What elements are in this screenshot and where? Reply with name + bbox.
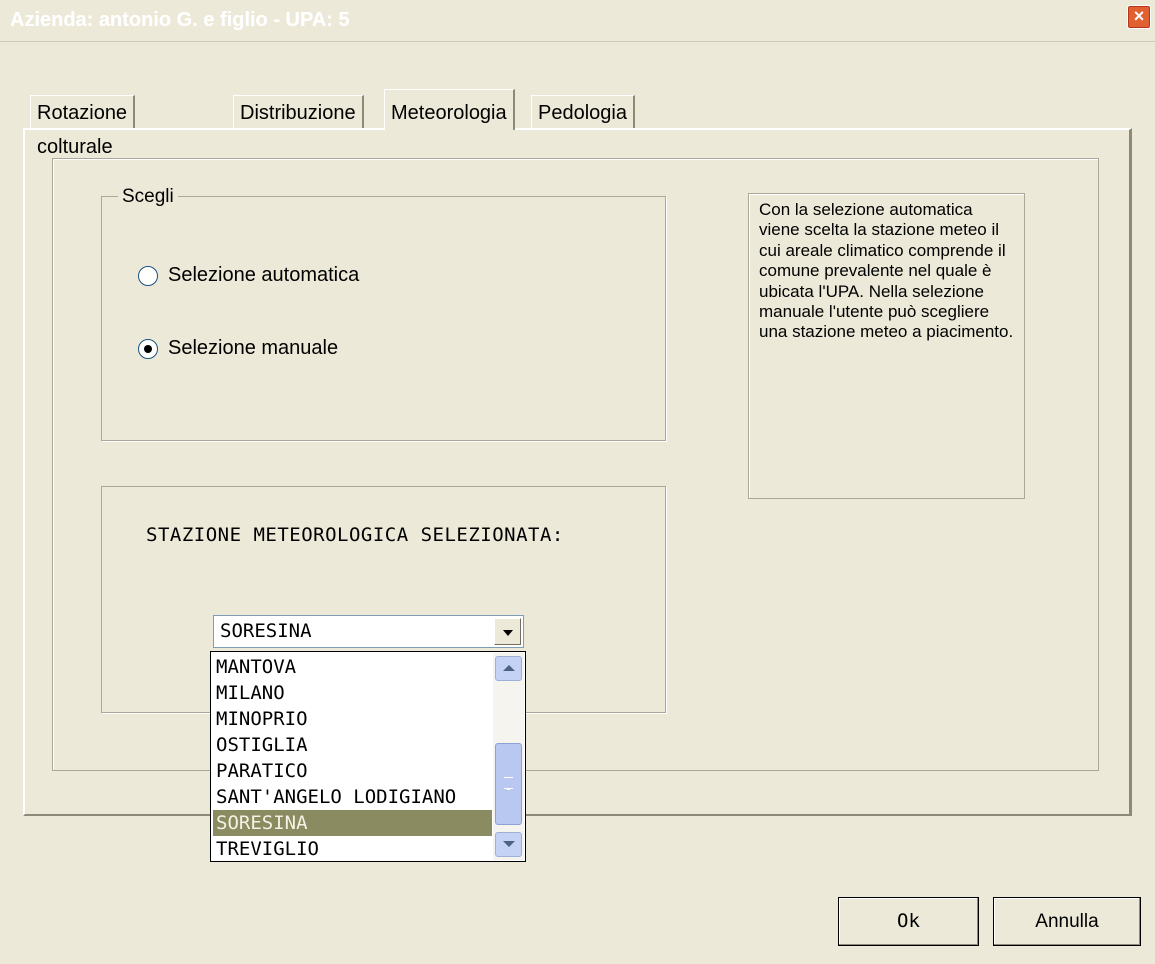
list-item[interactable]: SANT'ANGELO LODIGIANO	[213, 784, 492, 810]
radio-selezione-automatica[interactable]: Selezione automatica	[138, 264, 359, 287]
scroll-up-icon[interactable]	[495, 656, 522, 681]
list-item[interactable]: PARATICO	[213, 758, 492, 784]
tab-meteorologia[interactable]: Meteorologia	[384, 89, 515, 130]
window-title: Azienda: antonio G. e figlio - UPA: 5	[10, 9, 350, 31]
info-box: Con la selezione automatica viene scelta…	[748, 193, 1025, 499]
list-item[interactable]: MILANO	[213, 680, 492, 706]
tab-distribuzione[interactable]: Distribuzione	[233, 95, 364, 130]
stazione-dropdown-list: MANTOVA MILANO MINOPRIO OSTIGLIA PARATIC…	[210, 651, 526, 862]
list-item[interactable]: TREVIGLIO	[213, 836, 492, 861]
title-bar: Azienda: antonio G. e figlio - UPA: 5 ×	[0, 0, 1155, 42]
scegli-label: Scegli	[118, 186, 178, 208]
scegli-group	[101, 196, 666, 441]
combobox-value: SORESINA	[220, 620, 312, 642]
list-item[interactable]: MANTOVA	[213, 654, 492, 680]
radio-selezione-manuale[interactable]: Selezione manuale	[138, 337, 338, 360]
chevron-down-icon[interactable]	[494, 618, 521, 645]
close-icon[interactable]: ×	[1127, 5, 1151, 29]
radio-checked-icon[interactable]	[138, 338, 158, 359]
radio-unchecked-icon[interactable]	[138, 265, 158, 286]
stazione-combobox[interactable]: SORESINA	[213, 615, 524, 648]
list-item[interactable]: OSTIGLIA	[213, 732, 492, 758]
cancel-button[interactable]: Annulla	[993, 897, 1141, 946]
stazione-label: STAZIONE METEOROLOGICA SELEZIONATA:	[146, 524, 564, 546]
scroll-thumb[interactable]	[495, 743, 522, 825]
scrollbar[interactable]	[493, 653, 524, 860]
tab-rotazione-colturale[interactable]: Rotazione colturale	[30, 95, 136, 158]
tab-pedologia[interactable]: Pedologia	[531, 95, 635, 130]
scroll-down-icon[interactable]	[495, 832, 522, 857]
radio-label-automatica: Selezione automatica	[168, 264, 360, 286]
ok-button[interactable]: Ok	[838, 897, 979, 946]
list-item[interactable]: MINOPRIO	[213, 706, 492, 732]
radio-label-manuale: Selezione manuale	[168, 337, 339, 359]
list-item-selected[interactable]: SORESINA	[213, 810, 492, 836]
